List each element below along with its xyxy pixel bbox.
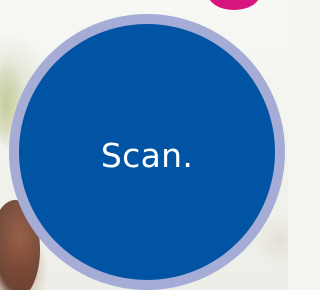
scan-button[interactable]: Scan.	[19, 24, 275, 280]
scan-button-label: Scan.	[100, 135, 194, 175]
